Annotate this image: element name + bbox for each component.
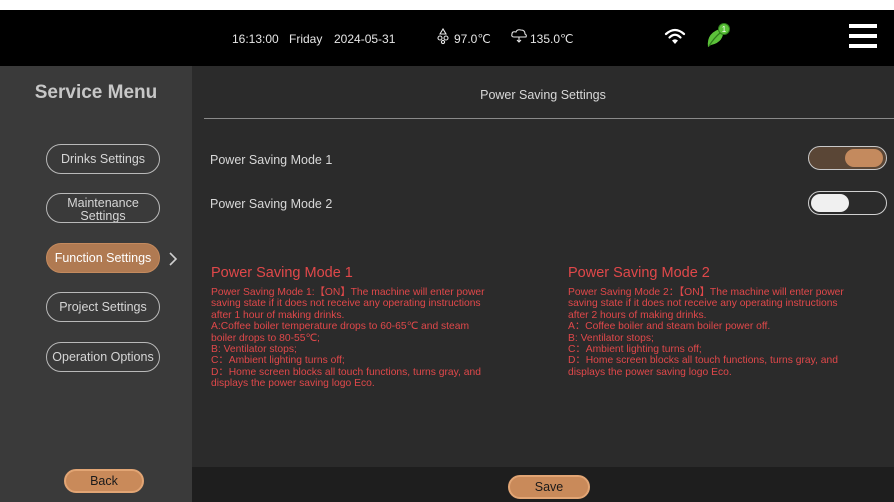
power-saving-mode-2-label: Power Saving Mode 2 [210,197,333,211]
description-line: displays the power saving logo Eco. [568,366,732,378]
toggle-knob [811,194,849,212]
description-line: B: Ventilator stops; [568,332,654,344]
description-line: boiler drops to 80-55℃; [211,332,320,344]
clock-time: 16:13:00 [232,32,279,46]
sidebar: Service Menu Drinks Settings Maintenance… [0,66,192,502]
description-line: Power Saving Mode 2：【ON】The machine will… [568,287,844,298]
device-screen: 16:13:00 Friday 2024-05-31 97.0℃ 135.0℃ [0,10,894,502]
save-button[interactable]: Save [508,475,590,499]
description-line: D：Home screen blocks all touch functions… [568,355,838,367]
description-line: A：Coffee boiler and steam boiler power o… [568,321,771,333]
power-saving-mode-1-label: Power Saving Mode 1 [210,153,333,167]
power-saving-mode-2-toggle[interactable] [808,191,887,215]
coffee-boiler-temp: 97.0℃ [454,32,491,46]
mode-2-description: Power Saving Mode 2 Power Saving Mode 2：… [568,265,890,378]
sidebar-item-operation-options[interactable]: Operation Options [46,342,160,372]
divider [204,118,894,119]
main-panel: Power Saving Settings Power Saving Mode … [192,66,894,502]
sidebar-title: Service Menu [34,82,158,103]
description-line: displays the power saving logo Eco. [211,378,375,390]
mode-1-description: Power Saving Mode 1 Power Saving Mode 1:… [211,265,556,390]
description-line: A:Coffee boiler temperature drops to 60-… [211,321,470,333]
description-line: C：Ambient lighting turns off; [211,355,345,367]
mode-2-description-heading: Power Saving Mode 2 [568,265,710,281]
description-line: Power Saving Mode 1:【ON】The machine will… [211,287,485,298]
description-line: B: Ventilator stops; [211,344,297,356]
back-button[interactable]: Back [64,469,144,493]
status-bar: 16:13:00 Friday 2024-05-31 97.0℃ 135.0℃ [0,10,894,66]
sidebar-item-project-settings[interactable]: Project Settings [46,292,160,322]
clock-date: 2024-05-31 [334,32,396,46]
chevron-right-icon [168,252,178,271]
eco-leaf-icon[interactable]: 1 [705,22,731,53]
description-line: D：Home screen blocks all touch functions… [211,366,481,378]
description-line: saving state if it does not receive any … [211,298,481,310]
description-line: saving state if it does not receive any … [568,298,838,310]
toggle-knob [845,149,883,167]
description-line: after 1 hour of making drinks. [211,309,345,321]
eco-badge-count: 1 [722,25,727,34]
wifi-icon [664,28,686,49]
mode-1-description-heading: Power Saving Mode 1 [211,265,353,281]
sidebar-item-function-settings[interactable]: Function Settings [46,243,160,273]
steam-boiler-icon [510,27,528,48]
sidebar-item-drinks-settings[interactable]: Drinks Settings [46,144,160,174]
coffee-boiler-icon [436,27,450,48]
description-line: after 2 hours of making drinks. [568,309,707,321]
page-title: Power Saving Settings [480,88,606,102]
sidebar-item-maintenance-settings[interactable]: Maintenance Settings [46,193,160,223]
clock-day: Friday [289,32,323,46]
power-saving-mode-1-toggle[interactable] [808,146,887,170]
screen: 16:13:00 Friday 2024-05-31 97.0℃ 135.0℃ [0,0,894,502]
bottom-action-bar: Save [192,467,894,502]
description-line: C：Ambient lighting turns off; [568,344,702,356]
steam-boiler-temp: 135.0℃ [530,32,574,46]
hamburger-menu-icon[interactable] [849,23,877,52]
